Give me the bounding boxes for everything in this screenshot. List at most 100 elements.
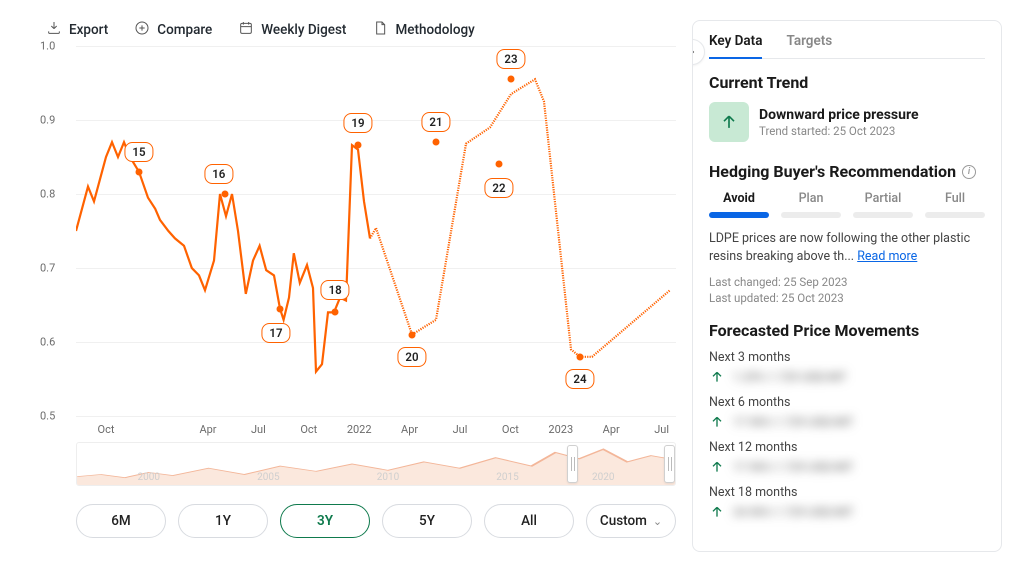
forecast-row: Next 3 months 1.29% 1.729 USD/MT — [709, 350, 985, 385]
chart-marker-18[interactable]: 18 — [321, 280, 350, 300]
compare-label: Compare — [157, 22, 212, 38]
x-axis-tick: 2023 — [548, 423, 573, 436]
hedge-bar-full — [925, 212, 985, 218]
x-axis-tick: Apr — [603, 423, 620, 436]
arrow-up-icon — [709, 414, 725, 430]
calendar-icon — [238, 20, 254, 40]
y-axis-tick: 0.7 — [40, 262, 55, 275]
current-trend-title: Current Trend — [709, 73, 985, 92]
tab-key-data[interactable]: Key Data — [709, 33, 762, 59]
range-pill-5y[interactable]: 5Y — [382, 504, 472, 538]
trend-subtext: Trend started: 25 Oct 2023 — [759, 124, 919, 138]
mini-year-label: 2015 — [496, 472, 518, 483]
mini-year-label: 2020 — [592, 472, 614, 483]
hedge-option-plan[interactable]: Plan — [781, 191, 841, 206]
last-updated: Last updated: 25 Oct 2023 — [709, 291, 985, 305]
hedge-option-full[interactable]: Full — [925, 191, 985, 206]
methodology-label: Methodology — [395, 22, 474, 38]
download-icon — [46, 20, 62, 40]
read-more-link[interactable]: Read more — [857, 249, 917, 264]
trend-arrow-up-icon — [709, 102, 749, 142]
y-axis-tick: 0.9 — [40, 114, 55, 127]
timeline-handle-left[interactable] — [567, 445, 578, 483]
chart-toolbar: Export Compare Weekly Digest Methodology — [46, 20, 676, 40]
mini-year-label: 2000 — [138, 472, 160, 483]
range-pill-all[interactable]: All — [484, 504, 574, 538]
x-axis-tick: Apr — [199, 423, 216, 436]
compare-button[interactable]: Compare — [134, 20, 212, 40]
x-axis-tick: Oct — [98, 423, 115, 436]
forecast-row: Next 18 months 24.96% 1.729 USD/MT — [709, 485, 985, 520]
trend-card: Downward price pressure Trend started: 2… — [709, 102, 985, 142]
forecast-title: Forecasted Price Movements — [709, 321, 985, 340]
forecast-label: Next 6 months — [709, 395, 985, 410]
plus-circle-icon — [134, 20, 150, 40]
hedging-progress-bars — [709, 212, 985, 218]
y-axis-tick: 0.6 — [40, 336, 55, 349]
digest-button[interactable]: Weekly Digest — [238, 20, 346, 40]
forecast-row: Next 12 months 17.96% 1.729 USD/MT — [709, 440, 985, 475]
range-pill-3y[interactable]: 3Y — [280, 504, 370, 538]
side-tabs: Key Data Targets — [709, 33, 985, 59]
mini-year-label: 2010 — [377, 472, 399, 483]
range-pill-1y[interactable]: 1Y — [178, 504, 268, 538]
hedge-option-partial[interactable]: Partial — [853, 191, 913, 206]
arrow-up-icon — [709, 504, 725, 520]
range-pill-custom[interactable]: Custom⌄ — [586, 504, 676, 538]
chart-marker-16[interactable]: 16 — [204, 164, 233, 184]
forecast-row: Next 6 months 17.96% 1.729 USD/MT — [709, 395, 985, 430]
x-axis-tick: 2022 — [347, 423, 372, 436]
x-axis-tick: Oct — [502, 423, 519, 436]
forecast-label: Next 18 months — [709, 485, 985, 500]
hedging-description: LDPE prices are now following the other … — [709, 230, 985, 265]
mini-year-label: 2005 — [257, 472, 279, 483]
y-axis-tick: 0.8 — [40, 188, 55, 201]
hedge-bar-plan — [781, 212, 841, 218]
export-button[interactable]: Export — [46, 20, 108, 40]
chevron-down-icon: ⌄ — [653, 515, 662, 528]
price-chart[interactable]: 0.50.60.70.80.91.0 15161718192021222324 … — [46, 46, 676, 436]
y-axis-tick: 1.0 — [40, 40, 55, 53]
forecast-value-masked: 17.96% 1.729 USD/MT — [733, 415, 853, 429]
forecast-value-masked: 24.96% 1.729 USD/MT — [733, 505, 853, 519]
chart-marker-22[interactable]: 22 — [484, 178, 513, 198]
range-pill-6m[interactable]: 6M — [76, 504, 166, 538]
chevron-right-icon — [692, 43, 698, 62]
hedge-option-avoid[interactable]: Avoid — [709, 191, 769, 206]
chart-marker-19[interactable]: 19 — [343, 113, 372, 133]
forecast-label: Next 3 months — [709, 350, 985, 365]
x-axis-tick: Oct — [300, 423, 317, 436]
chart-marker-20[interactable]: 20 — [397, 347, 426, 367]
info-icon[interactable]: i — [962, 165, 976, 179]
forecast-value-masked: 17.96% 1.729 USD/MT — [733, 460, 853, 474]
export-label: Export — [69, 22, 108, 38]
last-changed: Last changed: 25 Sep 2023 — [709, 275, 985, 289]
timeline-handle-right[interactable] — [664, 445, 675, 483]
arrow-up-icon — [709, 369, 725, 385]
mini-timeline[interactable]: 2000 2005 2010 2015 2020 — [76, 442, 676, 486]
hedging-title: Hedging Buyer's Recommendation — [709, 162, 956, 181]
hedge-bar-partial — [853, 212, 913, 218]
trend-headline: Downward price pressure — [759, 107, 919, 123]
forecast-value-masked: 1.29% 1.729 USD/MT — [733, 370, 846, 384]
collapse-panel-button[interactable] — [692, 39, 705, 65]
document-icon — [372, 20, 388, 40]
methodology-button[interactable]: Methodology — [372, 20, 474, 40]
x-axis-tick: Apr — [401, 423, 418, 436]
chart-marker-17[interactable]: 17 — [261, 323, 290, 343]
arrow-up-icon — [709, 459, 725, 475]
time-range-selector: 6M 1Y 3Y 5Y All Custom⌄ — [76, 504, 676, 538]
digest-label: Weekly Digest — [261, 22, 346, 38]
hedge-bar-avoid — [709, 212, 769, 218]
chart-marker-23[interactable]: 23 — [496, 49, 525, 69]
forecast-label: Next 12 months — [709, 440, 985, 455]
x-axis-tick: Jul — [251, 423, 266, 436]
tab-targets[interactable]: Targets — [786, 33, 832, 58]
chart-marker-15[interactable]: 15 — [124, 142, 153, 162]
side-panel: Key Data Targets Current Trend Downward … — [692, 20, 1002, 552]
x-axis-tick: Jul — [654, 423, 669, 436]
chart-column: Export Compare Weekly Digest Methodology… — [0, 0, 692, 572]
x-axis-tick: Jul — [453, 423, 468, 436]
chart-marker-24[interactable]: 24 — [565, 369, 594, 389]
chart-marker-21[interactable]: 21 — [421, 112, 450, 132]
